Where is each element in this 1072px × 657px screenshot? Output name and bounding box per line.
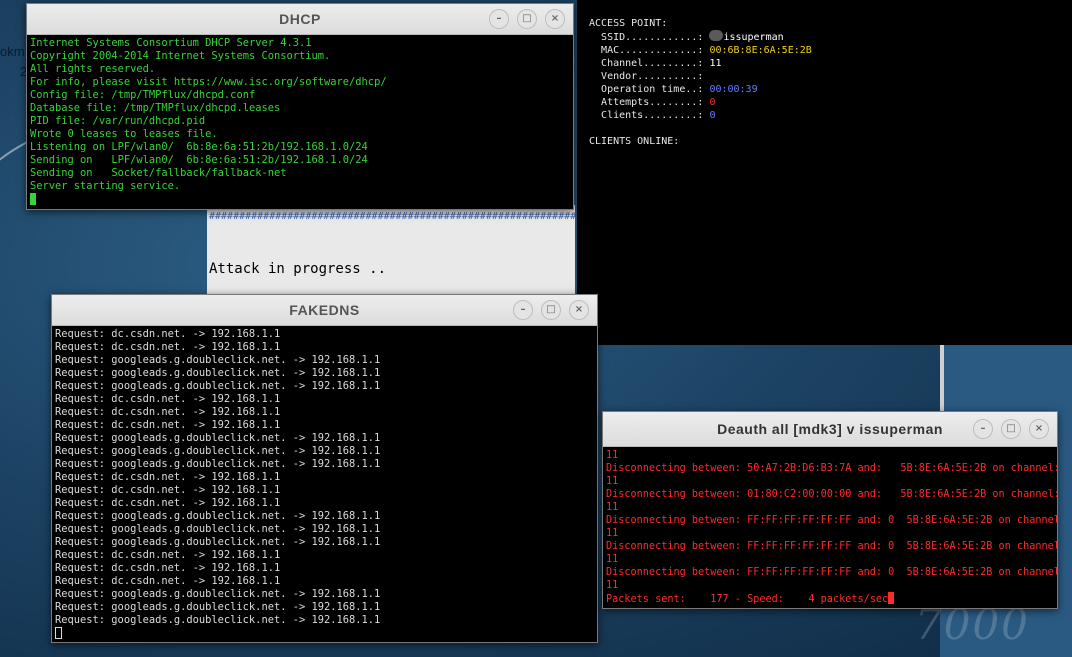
mac-value: 00:6B:8E:6A:5E:2B <box>709 45 812 56</box>
access-point-terminal[interactable]: ACCESS POINT: SSID............: issuperm… <box>577 0 1072 345</box>
minimize-button[interactable]: – <box>513 300 533 320</box>
attempts-value: 0 <box>709 97 716 108</box>
terminal-cursor <box>30 193 36 205</box>
dhcp-window[interactable]: DHCP – □ × Internet Systems Consortium D… <box>26 3 574 210</box>
progress-hashes: ########################################… <box>209 211 575 222</box>
mdk3-output: 11 Disconnecting between: 50:A7:2B:D6:B3:… <box>606 450 1058 605</box>
desktop: { "desktop": { "left_text_1": "okm", "le… <box>0 0 1072 657</box>
close-button[interactable]: × <box>569 300 589 320</box>
attack-status-text: Attack in progress .. <box>209 261 387 277</box>
window-title: FAKEDNS <box>289 302 360 318</box>
fakedns-window[interactable]: FAKEDNS – □ × Request: dc.csdn.net. -> 1… <box>51 294 598 643</box>
mdk3-titlebar[interactable]: Deauth all [mdk3] v issuperman – □ × <box>603 412 1057 447</box>
window-title: DHCP <box>279 11 321 27</box>
minimize-button[interactable]: – <box>973 419 993 439</box>
fakedns-titlebar[interactable]: FAKEDNS – □ × <box>52 295 597 326</box>
ssid-value: issuperman <box>723 32 784 43</box>
terminal-cursor <box>55 627 62 639</box>
close-button[interactable]: × <box>1029 419 1049 439</box>
close-button[interactable]: × <box>545 9 565 29</box>
dhcp-output: Internet Systems Consortium DHCP Server … <box>27 35 573 209</box>
window-title: Deauth all [mdk3] v issuperman <box>717 421 943 437</box>
operation-time-value: 00:00:39 <box>709 84 758 95</box>
clients-value: 0 <box>709 110 716 121</box>
dhcp-titlebar[interactable]: DHCP – □ × <box>27 4 573 35</box>
desktop-icon-label: okm <box>0 44 25 59</box>
maximize-button[interactable]: □ <box>541 300 561 320</box>
maximize-button[interactable]: □ <box>1001 419 1021 439</box>
redacted-blur <box>709 30 724 41</box>
access-point-output: ACCESS POINT: SSID............: issuperm… <box>589 18 812 147</box>
clients-online-label: CLIENTS ONLINE: <box>589 136 680 147</box>
fakedns-output: Request: dc.csdn.net. -> 192.168.1.1 Requ… <box>52 326 597 642</box>
terminal-cursor <box>888 592 895 604</box>
maximize-button[interactable]: □ <box>517 9 537 29</box>
attack-status-window[interactable]: ########################################… <box>207 205 575 300</box>
mdk3-deauth-window[interactable]: Deauth all [mdk3] v issuperman – □ × 11 D… <box>602 411 1058 609</box>
minimize-button[interactable]: – <box>489 9 509 29</box>
channel-value: 11 <box>709 58 722 69</box>
